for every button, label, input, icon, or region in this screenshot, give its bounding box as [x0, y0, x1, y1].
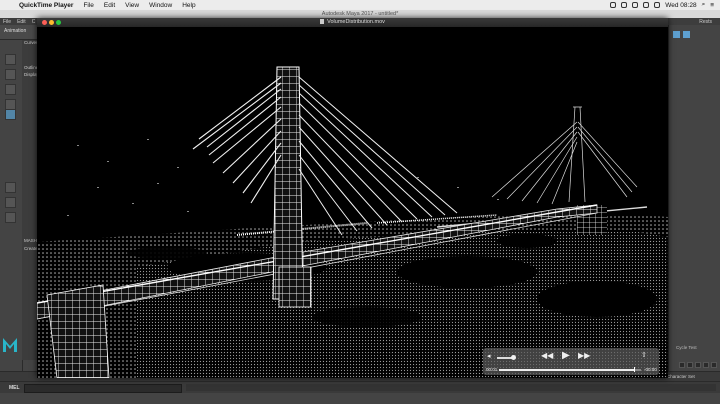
fast-forward-icon[interactable]: ▶▶	[578, 351, 590, 360]
mel-label: MEL	[9, 385, 20, 391]
progress-fill	[499, 369, 634, 371]
layout-icon[interactable]	[5, 212, 16, 223]
layout-icon[interactable]	[5, 197, 16, 208]
status-icon[interactable]	[621, 2, 628, 8]
quicktime-titlebar[interactable]: VolumeDistribution.mov	[37, 18, 668, 27]
panel-toggle-icon[interactable]	[673, 31, 680, 38]
playback-button[interactable]	[687, 362, 693, 368]
bridge-wireframe-render	[37, 27, 668, 378]
time-remaining: -00:00	[644, 367, 657, 372]
cycle-test-label[interactable]: Cycle Test	[676, 345, 697, 350]
menu-help[interactable]: Help	[177, 2, 200, 9]
battery-icon[interactable]	[654, 2, 661, 8]
maya-menu-file[interactable]: File	[0, 19, 14, 25]
paint-tool-icon[interactable]	[5, 84, 16, 95]
panel-toggle-icon[interactable]	[683, 31, 690, 38]
rewind-icon[interactable]: ◀◀	[541, 351, 553, 360]
menu-file[interactable]: File	[78, 2, 98, 9]
maya-right-panel	[668, 25, 720, 380]
select-tool-icon[interactable]	[5, 54, 16, 65]
layout-icon[interactable]	[5, 182, 16, 193]
lasso-tool-icon[interactable]	[5, 69, 16, 80]
maya-logo-icon	[3, 338, 17, 352]
macos-menubar: QuickTime Player File Edit View Window H…	[0, 0, 720, 10]
volume-icon[interactable]: ◂	[487, 352, 491, 360]
play-icon[interactable]: ▶	[562, 350, 570, 361]
progress-bar[interactable]	[499, 369, 641, 371]
shelf-mode-label[interactable]: Animation	[4, 28, 26, 34]
search-icon[interactable]: ⌕	[702, 1, 706, 9]
progress-playhead[interactable]	[633, 367, 636, 372]
playback-button[interactable]	[711, 362, 717, 368]
maya-toolbox	[0, 40, 23, 380]
video-frame[interactable]: ◂ ◀◀ ▶ ▶▶ ⇧ 00:01 -00:00	[37, 27, 668, 378]
maya-menu-edit[interactable]: Edit	[14, 19, 29, 25]
rotate-tool-icon[interactable]	[5, 109, 16, 120]
menu-window[interactable]: Window	[144, 2, 177, 9]
menu-app-name[interactable]: QuickTime Player	[14, 2, 78, 9]
outliner-label: Create	[24, 246, 38, 251]
command-line: MEL	[0, 381, 720, 393]
mel-result-field	[186, 384, 716, 391]
menu-view[interactable]: View	[120, 2, 144, 9]
menubar-clock[interactable]: Wed 08:28	[665, 2, 696, 9]
volume-slider-knob[interactable]	[510, 355, 516, 360]
menu-edit[interactable]: Edit	[99, 2, 120, 9]
status-icon[interactable]	[610, 2, 617, 8]
quicktime-title-text: VolumeDistribution.mov	[327, 19, 385, 25]
wifi-icon[interactable]	[632, 2, 639, 8]
mel-input[interactable]	[24, 384, 182, 393]
playback-button[interactable]	[679, 362, 685, 368]
help-line	[0, 393, 720, 404]
playback-button[interactable]	[703, 362, 709, 368]
document-icon	[320, 19, 325, 24]
volume-icon[interactable]	[643, 2, 650, 8]
playback-button[interactable]	[695, 362, 701, 368]
playback-controls: ◂ ◀◀ ▶ ▶▶ ⇧ 00:01 -00:00	[483, 348, 659, 375]
maya-window-title: Autodesk Maya 2017 - untitled*	[0, 10, 720, 18]
time-elapsed: 00:01	[486, 367, 498, 372]
menu-list-icon[interactable]: ≡	[710, 2, 714, 9]
maya-menu-right[interactable]: Rests	[696, 19, 720, 25]
quicktime-title: VolumeDistribution.mov	[37, 18, 668, 27]
outliner-panel: Curves Outline Display MASH Create	[22, 40, 39, 360]
quicktime-window: VolumeDistribution.mov ◂ ◀◀ ▶ ▶▶ ⇧ 00:01…	[37, 18, 668, 378]
outliner-label: MASH	[24, 238, 38, 243]
share-icon[interactable]: ⇧	[641, 351, 647, 359]
